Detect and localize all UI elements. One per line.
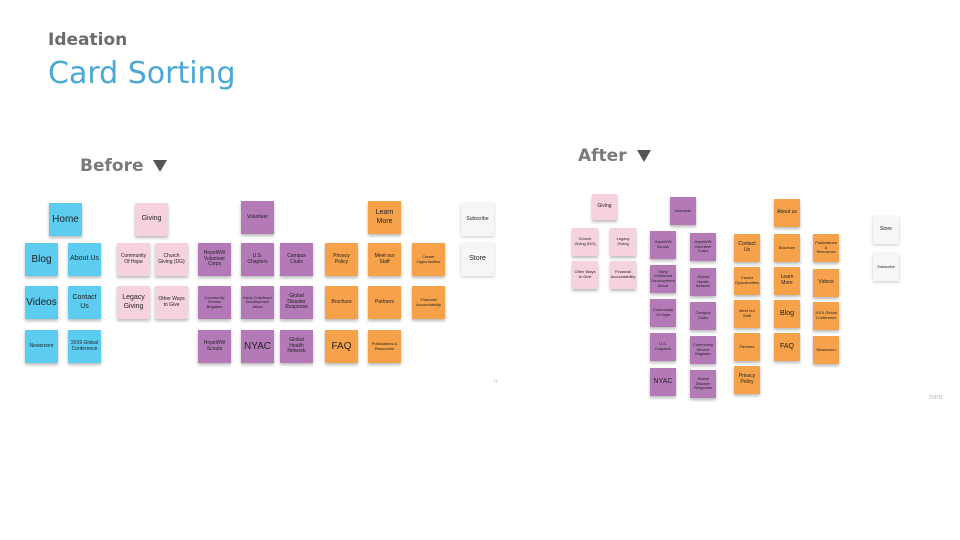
sticky-note[interactable]: HopeWW Volunteer Corps <box>690 233 716 261</box>
sticky-note[interactable]: Learn More <box>774 267 800 295</box>
sticky-note[interactable]: Meet our Staff <box>734 300 760 328</box>
sticky-note[interactable]: Early Childhood Development Africa <box>241 286 274 319</box>
sticky-note[interactable]: Videos <box>813 269 839 297</box>
sticky-note[interactable]: Volunteer <box>241 201 274 234</box>
sticky-note[interactable]: Financial Accountability <box>610 261 636 289</box>
sticky-note[interactable]: Campus Clubs <box>690 302 716 330</box>
sticky-note[interactable]: Partners <box>734 333 760 361</box>
sticky-note[interactable]: Publications & Resources <box>813 234 839 262</box>
sticky-note[interactable]: Community Of Hope <box>650 299 676 327</box>
sticky-note[interactable]: U.S. Chapters <box>241 243 274 276</box>
sticky-note[interactable]: NYAC <box>241 330 274 363</box>
sticky-note[interactable]: Brochure <box>325 286 358 319</box>
sticky-note[interactable]: Videos <box>25 286 58 319</box>
sticky-note[interactable]: Privacy Policy <box>325 243 358 276</box>
sticky-note[interactable]: Global Disaster Response <box>280 286 313 319</box>
slide-subtitle: Ideation <box>48 30 128 50</box>
sticky-note[interactable]: Career Opportunities <box>412 243 445 276</box>
watermark: n <box>494 379 498 385</box>
sticky-note[interactable]: About us <box>774 199 800 227</box>
sticky-note[interactable]: Store <box>461 243 494 276</box>
sticky-note[interactable]: Meet our Staff <box>368 243 401 276</box>
after-heading: After <box>578 146 651 166</box>
sticky-note[interactable]: Career Opportunities <box>734 267 760 295</box>
triangle-down-icon <box>153 160 168 172</box>
sticky-note[interactable]: Contact Us <box>68 286 101 319</box>
sticky-note[interactable]: Community Service Brigades <box>198 286 231 319</box>
sticky-note[interactable]: Global Health Network <box>280 330 313 363</box>
sticky-note[interactable]: Contact Us <box>734 234 760 262</box>
sticky-note[interactable]: NYAC <box>650 368 676 396</box>
sticky-note[interactable]: Church Giving (DG) <box>155 243 188 276</box>
sticky-note[interactable]: Store <box>873 216 899 244</box>
slide-title: Card Sorting <box>48 56 236 91</box>
before-heading: Before <box>80 156 168 176</box>
sticky-note[interactable]: Blog <box>25 243 58 276</box>
sticky-note[interactable]: Legacy Giving <box>610 228 636 256</box>
sticky-note[interactable]: Brochure <box>774 234 800 262</box>
before-label: Before <box>80 156 144 176</box>
sticky-note[interactable]: FAQ <box>325 330 358 363</box>
sticky-note[interactable]: Community Of Hope <box>117 243 150 276</box>
sticky-note[interactable]: Legacy Giving <box>117 286 150 319</box>
sticky-note[interactable]: Giving <box>592 194 617 220</box>
sticky-note[interactable]: 2019 Global Conference <box>68 330 101 363</box>
sticky-note[interactable]: Learn More <box>368 201 401 234</box>
sticky-note[interactable]: Campus Clubs <box>280 243 313 276</box>
sticky-note[interactable]: Subscribe <box>873 253 899 281</box>
sticky-note[interactable]: Other Ways to Give <box>572 261 598 289</box>
sticky-note[interactable]: Community Service Brigades <box>690 336 716 364</box>
sticky-note[interactable]: Giving <box>135 203 168 236</box>
sticky-note[interactable]: Partners <box>368 286 401 319</box>
sticky-note[interactable]: HopeWW Scouts <box>650 231 676 259</box>
sticky-note[interactable]: Privacy Policy <box>734 366 760 394</box>
sticky-note[interactable]: Home <box>49 203 82 236</box>
triangle-down-icon <box>636 150 651 162</box>
sticky-note[interactable]: FAQ <box>774 333 800 361</box>
sticky-note[interactable]: Financial Accountability <box>412 286 445 319</box>
sticky-note[interactable]: U.S. Chapters <box>650 333 676 361</box>
sticky-note[interactable]: About Us <box>68 243 101 276</box>
sticky-note[interactable]: Blog <box>774 300 800 328</box>
sticky-note[interactable]: 2019 Global Conference <box>813 302 839 330</box>
sticky-note[interactable]: Church Giving (DG) <box>572 228 598 256</box>
watermark: miro <box>929 394 943 401</box>
sticky-note[interactable]: HopeWW Volunteer Corps <box>198 243 231 276</box>
sticky-note[interactable]: Early Childhood Development Africa <box>650 265 676 293</box>
after-label: After <box>578 146 627 166</box>
sticky-note[interactable]: Other Ways to Give <box>155 286 188 319</box>
sticky-note[interactable]: HopeWW Scouts <box>198 330 231 363</box>
sticky-note[interactable]: Publications & Resources <box>368 330 401 363</box>
sticky-note[interactable]: Newsroom <box>813 336 839 364</box>
sticky-note[interactable]: Newsroom <box>25 330 58 363</box>
sticky-note[interactable]: Global Health Network <box>690 268 716 296</box>
sticky-note[interactable]: Global Disaster Response <box>690 370 716 398</box>
sticky-note[interactable]: Volunteer <box>670 197 696 225</box>
sticky-note[interactable]: Subscribe <box>461 203 494 236</box>
